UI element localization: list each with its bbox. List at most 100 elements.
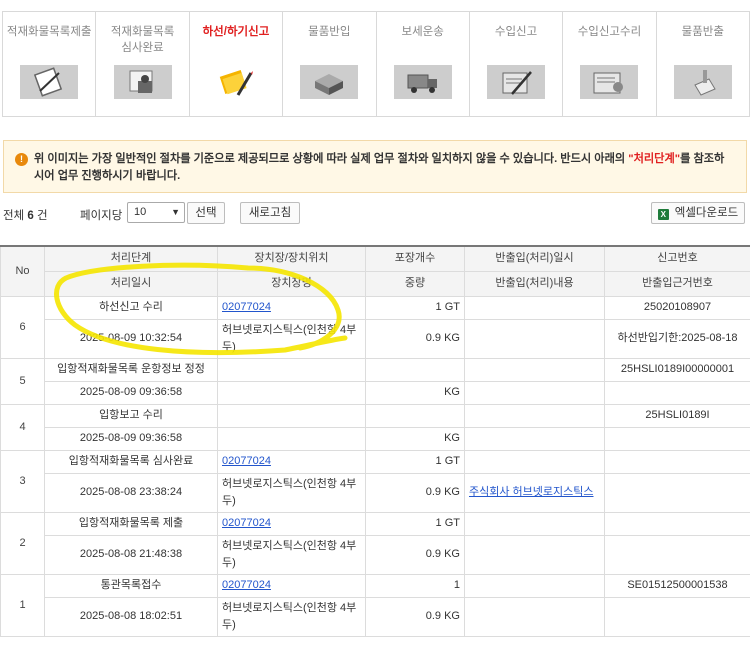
header-no: No (0, 245, 45, 297)
notice-highlight: "처리단계" (628, 153, 681, 165)
header-decl-no: 신고번호 (604, 245, 750, 272)
cell-location-link[interactable]: 02077024 (222, 579, 271, 591)
notice-text: 위 이미지는 가장 일반적인 절차를 기준으로 제공되므로 상황에 따라 실제 … (34, 153, 725, 182)
cell-location-name: 허브넷로지스틱스(인천항 4부두) (217, 318, 366, 359)
cell-location[interactable]: 02077024 (217, 511, 366, 536)
cell-basis-no (604, 380, 750, 405)
cell-package: 1 GT (365, 511, 465, 536)
cell-decl-no: 25020108907 (604, 295, 750, 320)
cell-decl-no (604, 449, 750, 474)
cell-package: 1 GT (365, 449, 465, 474)
table-row: 2 입항적재화물목록 제출 02077024 1 GT (0, 511, 750, 575)
cell-decl-no (604, 511, 750, 536)
cell-time: 2025-08-09 09:36:58 (44, 380, 218, 405)
boxes-icon (300, 65, 359, 99)
cell-package: 1 (365, 573, 465, 598)
cell-time: 2025-08-09 10:32:54 (44, 318, 218, 359)
cell-location-link[interactable]: 02077024 (222, 517, 271, 529)
folder-pencil-icon (207, 65, 265, 99)
cell-basis-no: 하선반입기한:2025-08-18 (604, 318, 750, 359)
header-inout-time: 반출입(처리)일시 (464, 245, 605, 272)
stamp-document-icon (113, 65, 172, 99)
clipboard-pen-icon (20, 65, 79, 99)
cell-basis-no (604, 596, 750, 637)
cell-step: 입항적재화물목록 운항정보 정정 (44, 357, 218, 382)
cell-inout-time (464, 403, 605, 428)
cell-weight: 0.9 KG (365, 472, 465, 513)
select-button[interactable]: 선택 (187, 202, 225, 224)
table-row-detail: 2025-08-09 09:36:58 KG (1, 380, 750, 405)
refresh-button[interactable]: 새로고침 (240, 202, 300, 224)
header-time: 처리일시 (44, 270, 218, 297)
table-row-detail: 2025-08-08 18:02:51 허브넷로지스틱스(인천항 4부두) 0.9 … (1, 596, 750, 637)
excel-icon: X (657, 209, 669, 220)
cell-package (365, 403, 465, 428)
row-number: 3 (0, 449, 45, 513)
excel-download-button[interactable]: X 엑셀다운로드 (651, 202, 745, 224)
cell-time: 2025-08-08 23:38:24 (44, 472, 218, 513)
cell-location-name (217, 380, 366, 405)
cell-location[interactable]: 02077024 (217, 295, 366, 320)
cell-inout-content (464, 534, 605, 575)
cell-location[interactable]: 02077024 (217, 573, 366, 598)
step-8: 물품반출 (656, 12, 749, 116)
table-row: 6 하선신고 수리 02077024 1 GT 25020108907 (0, 295, 750, 359)
cell-step: 입항보고 수리 (44, 403, 218, 428)
row-number: 2 (0, 511, 45, 575)
per-page-select[interactable]: 10 ▼ (127, 202, 185, 223)
form-pen-icon (487, 65, 546, 99)
process-steps: 적재화물목록제출 적재화물목록 심사완료 하선/하기신고 물품반입 보세운송 수입신고 수입신… (2, 11, 750, 117)
header-step: 처리단계 (44, 245, 218, 272)
header-location: 장치장/장치위치 (217, 245, 366, 272)
cell-inout-time (464, 449, 605, 474)
truck-icon (393, 65, 452, 99)
cell-location-name: 허브넷로지스틱스(인천항 4부두) (217, 472, 366, 513)
cell-inout-time (464, 511, 605, 536)
cell-time: 2025-08-08 18:02:51 (44, 596, 218, 637)
cell-weight: 0.9 KG (365, 318, 465, 359)
cell-step: 하선신고 수리 (44, 295, 218, 320)
row-number: 4 (0, 403, 45, 451)
cell-package: 1 GT (365, 295, 465, 320)
cell-inout-content (464, 318, 605, 359)
row-number: 5 (0, 357, 45, 405)
table-row: 5 입항적재화물목록 운항정보 정정 25HSLI0189I00000001 (0, 357, 750, 405)
step-6: 수입신고 (469, 12, 564, 116)
cell-time: 2025-08-08 21:48:38 (44, 534, 218, 575)
row-number: 1 (0, 573, 45, 637)
step-label: 적재화물목록 심사완료 (110, 26, 175, 54)
cell-inout-content[interactable]: 주식회사 허브넷로지스틱스 (464, 472, 605, 513)
table-row: 3 입항적재화물목록 심사완료 02077024 1 GT (0, 449, 750, 513)
total-count: 전체 6 건 (3, 210, 48, 222)
step-label: 보세운송 (401, 26, 444, 38)
cell-basis-no (604, 426, 750, 451)
per-page-label: 페이지당 (80, 210, 123, 222)
step-label: 적재화물목록제출 (6, 26, 92, 38)
cell-weight: KG (365, 380, 465, 405)
step-1: 적재화물목록제출 (3, 12, 97, 116)
table-row-detail: 2025-08-08 21:48:38 허브넷로지스틱스(인천항 4부두) 0.9 … (1, 534, 750, 575)
step-4: 물품반입 (283, 12, 377, 116)
cell-decl-no: 25HSLI0189I (604, 403, 750, 428)
cell-location[interactable]: 02077024 (217, 449, 366, 474)
step-label: 하선/하기신고 (202, 26, 270, 38)
step-2: 적재화물목록 심사완료 (96, 12, 190, 116)
cell-basis-no (604, 534, 750, 575)
cell-inout-content-link[interactable]: 주식회사 허브넷로지스틱스 (469, 486, 594, 498)
cell-location-name (217, 426, 366, 451)
cell-location-link[interactable]: 02077024 (222, 301, 271, 313)
cell-inout-content (464, 426, 605, 451)
cell-step: 통관목록접수 (44, 573, 218, 598)
cell-weight: KG (365, 426, 465, 451)
outgoing-item-icon (673, 65, 732, 99)
header-basis-no: 반출입근거번호 (604, 270, 750, 297)
step-label: 수입신고수리 (577, 26, 642, 38)
step-5: 보세운송 (376, 12, 470, 116)
header-location-name: 장치장명 (217, 270, 366, 297)
cell-basis-no (604, 472, 750, 513)
cell-step: 입항적재화물목록 심사완료 (44, 449, 218, 474)
cell-location-link[interactable]: 02077024 (222, 455, 271, 467)
cell-location-name: 허브넷로지스틱스(인천항 4부두) (217, 596, 366, 637)
cell-location (217, 357, 366, 382)
step-7: 수입신고수리 (563, 12, 657, 116)
